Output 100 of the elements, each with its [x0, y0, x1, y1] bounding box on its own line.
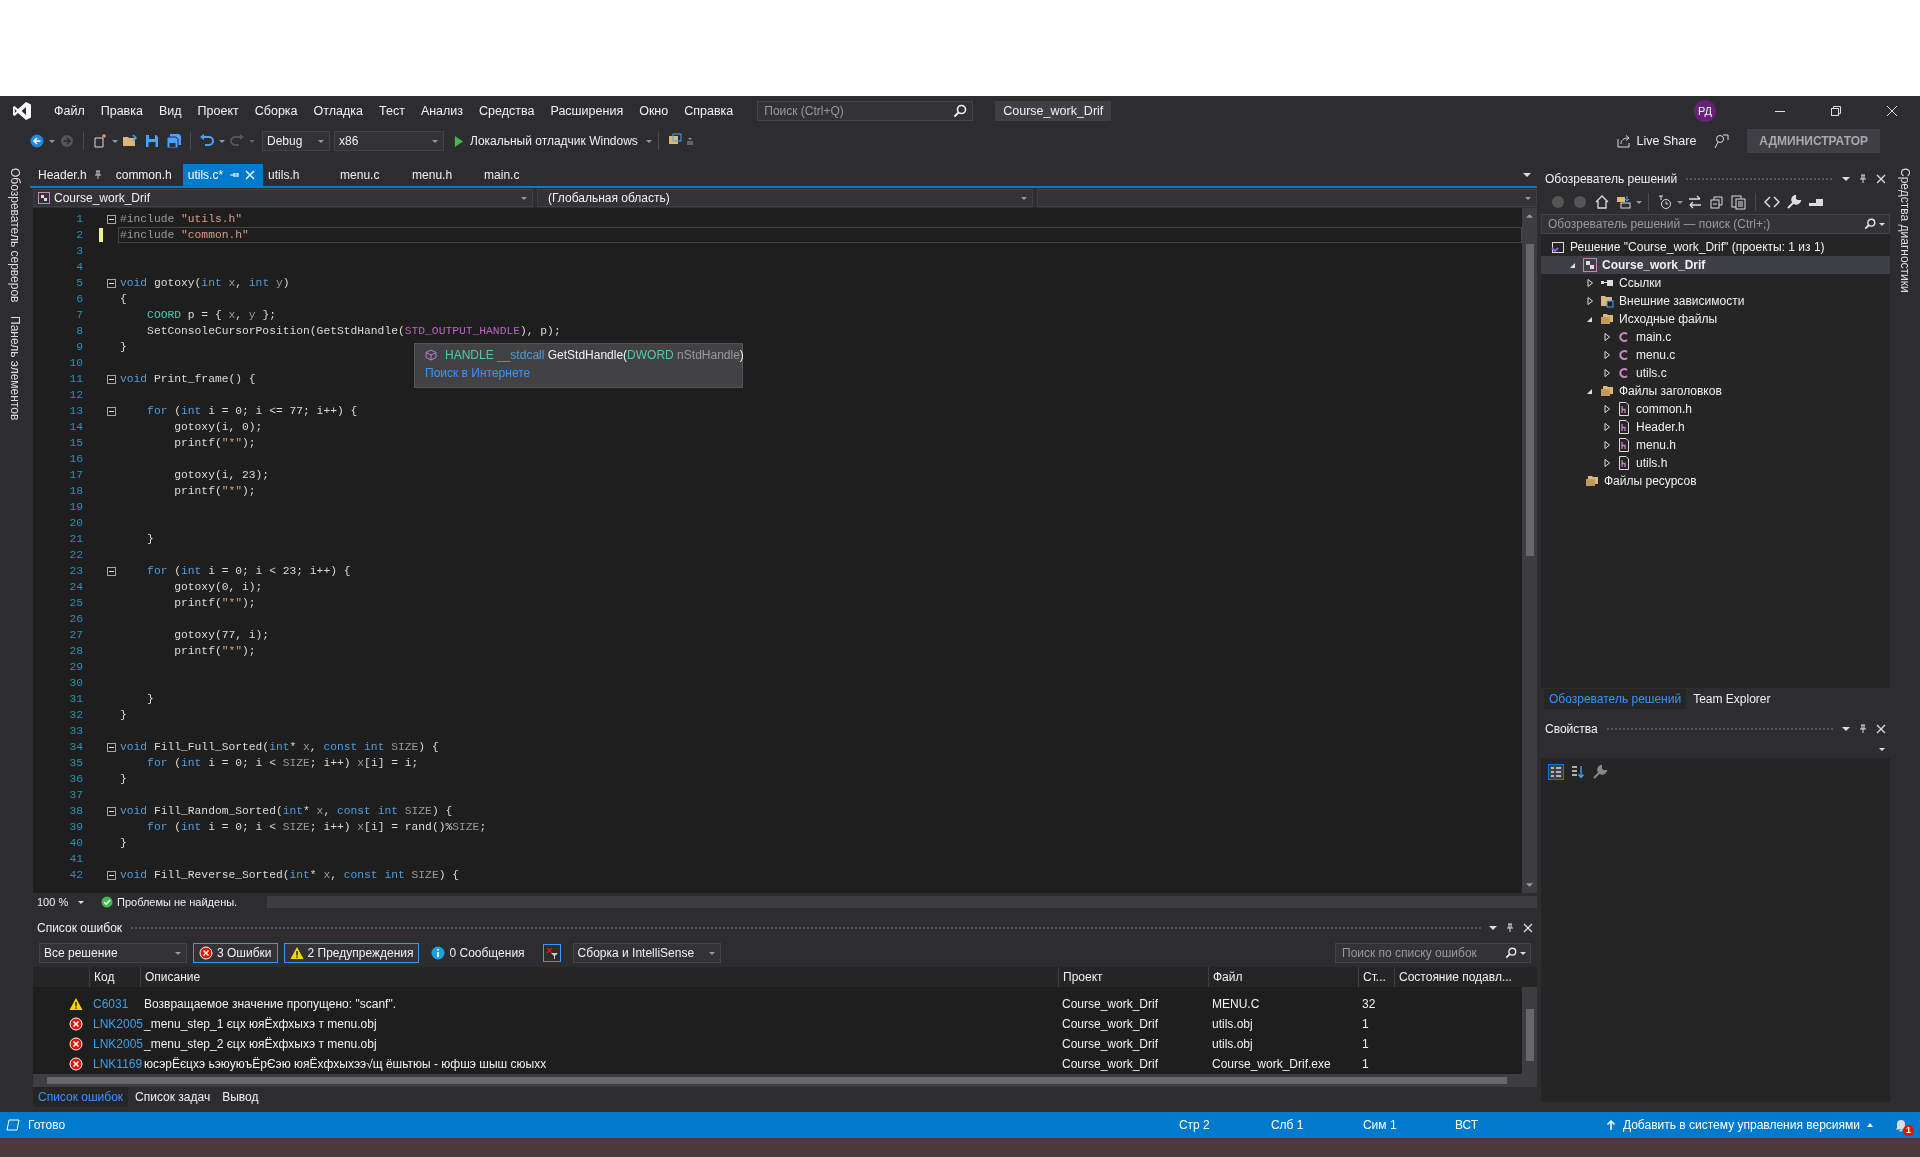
- scope-dropdown[interactable]: Все решение: [39, 943, 187, 963]
- editor-tab[interactable]: utils.h: [263, 164, 336, 186]
- panel-tab[interactable]: Список ошибок: [33, 1087, 129, 1107]
- caret-icon[interactable]: [1519, 949, 1527, 957]
- menu-item[interactable]: Средства: [471, 104, 543, 118]
- caret-icon[interactable]: [218, 137, 226, 145]
- platform-dropdown[interactable]: x86: [334, 131, 444, 151]
- collapsed-arrow-icon[interactable]: [1585, 296, 1595, 306]
- tree-item[interactable]: Решение "Course_work_Drif" (проекты: 1 из 1): [1570, 240, 1825, 254]
- menu-item[interactable]: Проект: [189, 104, 247, 118]
- error-search-field[interactable]: Поиск по списку ошибок: [1335, 943, 1531, 963]
- error-code-link[interactable]: LNK1169: [93, 1057, 143, 1071]
- scroll-up-icon[interactable]: [1525, 213, 1534, 219]
- zoom-dropdown[interactable]: 100 %: [33, 895, 89, 908]
- configuration-dropdown[interactable]: Debug: [262, 131, 330, 151]
- live-share-button[interactable]: Live Share: [1616, 134, 1697, 148]
- error-code-link[interactable]: C6031: [93, 997, 129, 1011]
- pin-icon[interactable]: [1858, 174, 1868, 184]
- error-icon[interactable]: [199, 946, 213, 960]
- column-header[interactable]: Проект: [1058, 967, 1208, 987]
- tree-item[interactable]: Исходные файлы: [1619, 312, 1718, 326]
- collapsed-arrow-icon[interactable]: [1602, 404, 1612, 414]
- close-icon[interactable]: [1876, 174, 1886, 184]
- share-icon[interactable]: [1616, 134, 1631, 148]
- info-icon[interactable]: [431, 946, 446, 960]
- caret-icon[interactable]: [174, 949, 182, 957]
- search-icon[interactable]: [1864, 218, 1876, 230]
- tree-item[interactable]: Ссылки: [1619, 276, 1662, 290]
- column-header[interactable]: Ст...: [1358, 967, 1394, 987]
- menu-item[interactable]: Сборка: [246, 104, 306, 118]
- tree-item[interactable]: utils.c: [1636, 366, 1667, 380]
- filter-button[interactable]: 2 Предупреждения: [283, 943, 420, 963]
- account-button[interactable]: АДМИНИСТРАТОР: [1747, 129, 1880, 153]
- menu-item[interactable]: Расширения: [542, 104, 632, 118]
- menu-item[interactable]: Справка: [676, 104, 742, 118]
- collapsed-arrow-icon[interactable]: [1602, 458, 1612, 468]
- copy-icon[interactable]: [1731, 194, 1747, 210]
- editor-tab[interactable]: main.c: [479, 164, 552, 186]
- home-icon[interactable]: [1594, 194, 1610, 210]
- caret-icon[interactable]: [1842, 175, 1850, 183]
- collapse-icon[interactable]: [107, 870, 116, 880]
- caret-icon[interactable]: [1676, 198, 1684, 206]
- tree-item[interactable]: menu.h: [1636, 438, 1677, 452]
- pin-icon[interactable]: [1505, 923, 1515, 933]
- notification-icon[interactable]: [1894, 1118, 1908, 1132]
- scrollbar[interactable]: [1522, 987, 1537, 1074]
- collapsed-arrow-icon[interactable]: [1602, 332, 1612, 342]
- switch-views-icon[interactable]: [1616, 194, 1632, 210]
- collapsed-arrow-icon[interactable]: [1602, 350, 1612, 360]
- menu-item[interactable]: Анализ: [412, 104, 472, 118]
- source-dropdown[interactable]: Сборка и IntelliSense: [572, 943, 721, 963]
- panel-tab[interactable]: Обозреватель решений: [1544, 689, 1687, 709]
- clock-icon[interactable]: [1657, 194, 1673, 210]
- editor-tab[interactable]: menu.h: [407, 164, 480, 186]
- filter-button[interactable]: 0 Сообщения: [425, 943, 531, 963]
- collapsed-arrow-icon[interactable]: [1602, 368, 1612, 378]
- search-icon[interactable]: [1505, 947, 1517, 959]
- column-header[interactable]: Код: [89, 967, 140, 987]
- collapse-icon[interactable]: [107, 566, 116, 576]
- column-header[interactable]: Файл: [1208, 967, 1358, 987]
- editor-tab[interactable]: menu.c: [335, 164, 408, 186]
- caret-icon[interactable]: [111, 137, 119, 145]
- start-debugging-button[interactable]: Локальный отладчик Windows: [454, 134, 653, 148]
- tree-item[interactable]: main.c: [1636, 330, 1672, 344]
- menu-item[interactable]: Файл: [46, 104, 93, 118]
- collapsed-arrow-icon[interactable]: [1602, 422, 1612, 432]
- caret-icon[interactable]: [1842, 725, 1850, 733]
- scope-dropdown[interactable]: (Глобальная область): [537, 189, 1033, 207]
- scrollbar[interactable]: [1522, 208, 1537, 893]
- undo-icon[interactable]: [199, 133, 215, 149]
- caret-icon[interactable]: [1020, 194, 1028, 202]
- tree-item[interactable]: menu.c: [1636, 348, 1676, 362]
- panel-tab[interactable]: Список задач: [130, 1087, 216, 1107]
- menu-item[interactable]: Окно: [631, 104, 677, 118]
- caret-icon[interactable]: [707, 949, 716, 957]
- save-all-icon[interactable]: [166, 133, 182, 149]
- side-tab[interactable]: Панель элементов: [8, 316, 22, 421]
- caret-icon[interactable]: [1524, 194, 1532, 202]
- caret-icon[interactable]: [1878, 220, 1886, 228]
- collapse-icon[interactable]: [107, 742, 116, 752]
- project-dropdown[interactable]: Course_work_Drif: [33, 189, 533, 207]
- panel-tab[interactable]: Team Explorer: [1688, 689, 1776, 709]
- collapse-icon[interactable]: [107, 278, 116, 288]
- code-icon[interactable]: [1764, 194, 1780, 210]
- menu-item[interactable]: Вид: [150, 104, 190, 118]
- filter-button[interactable]: 3 Ошибки: [193, 943, 278, 963]
- solution-search-field[interactable]: Обозреватель решений — поиск (Ctrl+;): [1541, 214, 1890, 234]
- scroll-down-icon[interactable]: [1525, 882, 1534, 888]
- menu-item[interactable]: Отладка: [305, 104, 371, 118]
- tab-list-icon[interactable]: [1523, 171, 1531, 179]
- error-code-link[interactable]: LNK2005: [93, 1017, 144, 1031]
- scrollbar[interactable]: [33, 1074, 1537, 1087]
- feedback-icon[interactable]: [1713, 133, 1730, 149]
- wrench-icon[interactable]: [1592, 764, 1608, 780]
- collapse-icon[interactable]: [107, 406, 116, 416]
- editor-tab[interactable]: Header.h: [33, 164, 111, 186]
- editor-tab[interactable]: utils.c*: [182, 164, 264, 186]
- up-arrow-icon[interactable]: [1604, 1119, 1617, 1131]
- collapse-all-icon[interactable]: [1709, 194, 1725, 210]
- play-icon[interactable]: [454, 135, 463, 147]
